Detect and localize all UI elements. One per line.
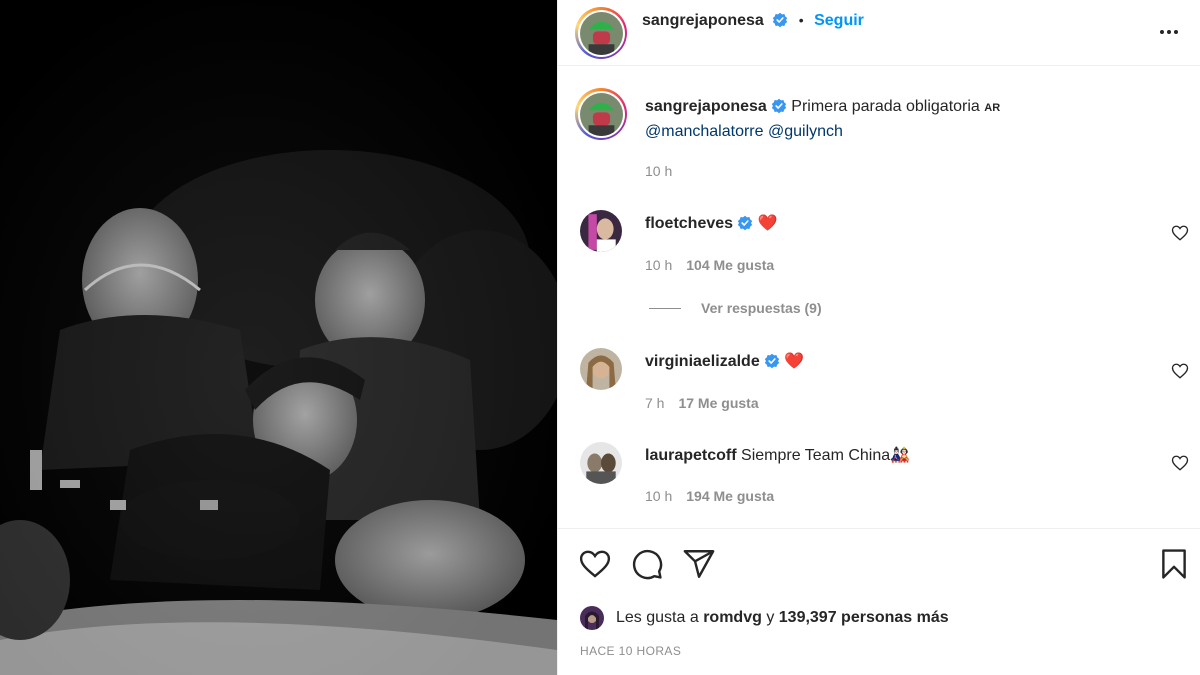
share-icon[interactable] xyxy=(682,547,716,581)
post-actions: Les gusta a romdvg y 139,397 personas má… xyxy=(558,528,1200,675)
comment-icon[interactable] xyxy=(630,547,664,581)
comment-heart-icon[interactable] xyxy=(1171,454,1189,472)
author-avatar[interactable] xyxy=(575,7,627,59)
comment-likes[interactable]: 17 Me gusta xyxy=(678,395,758,411)
comment-heart-icon[interactable] xyxy=(1171,362,1189,380)
comment-likes[interactable]: 194 Me gusta xyxy=(686,488,774,504)
avatar-picture xyxy=(580,606,604,630)
comment-body: ❤️ xyxy=(784,353,805,370)
comment-likes[interactable]: 104 Me gusta xyxy=(686,257,774,273)
replies-divider xyxy=(649,307,681,309)
comment-username[interactable]: laurapetcoff xyxy=(645,447,737,464)
caption-body: Primera parada obligatoria xyxy=(791,98,980,115)
heart-icon[interactable] xyxy=(578,547,612,581)
comment-username[interactable]: virginiaelizalde xyxy=(645,353,760,370)
caption-time[interactable]: 10 h xyxy=(645,163,672,179)
comment-text: laurapetcoff Siempre Team China🎎 xyxy=(645,444,1125,468)
comment-time[interactable]: 10 h xyxy=(645,257,672,273)
verified-badge-icon xyxy=(773,12,788,28)
comment-avatar[interactable] xyxy=(580,442,622,484)
verified-badge-icon xyxy=(764,353,779,369)
comment-avatar[interactable] xyxy=(580,348,622,390)
avatar-picture xyxy=(579,11,623,55)
post-panel: sangrejaponesa • Seguir sangrejaponesa P… xyxy=(557,0,1200,675)
comment-meta: 10 h 194 Me gusta xyxy=(645,488,774,504)
post-timestamp[interactable]: HACE 10 HORAS xyxy=(580,644,681,658)
avatar-picture xyxy=(579,92,623,136)
avatar-picture xyxy=(580,348,622,390)
comment-meta: 7 h 17 Me gusta xyxy=(645,395,759,411)
comment-username[interactable]: floetcheves xyxy=(645,215,733,232)
comment-time[interactable]: 10 h xyxy=(645,488,672,504)
mention-link[interactable]: @guilynch xyxy=(768,123,843,140)
likes-summary: Les gusta a romdvg y 139,397 personas má… xyxy=(580,606,949,630)
dot-separator: • xyxy=(798,12,804,28)
caption-text: sangrejaponesa Primera parada obligatori… xyxy=(645,95,1125,144)
flag-text: AR xyxy=(984,102,1001,114)
liker-avatar[interactable] xyxy=(580,606,604,630)
follow-button[interactable]: Seguir xyxy=(814,12,864,29)
comment-text: virginiaelizalde ❤️ xyxy=(645,350,1125,374)
view-replies-button[interactable]: Ver respuestas (9) xyxy=(649,300,822,316)
likes-count[interactable]: 139,397 personas más xyxy=(779,609,949,627)
post-image xyxy=(0,0,557,675)
comment-text: floetcheves ❤️ xyxy=(645,212,1125,236)
post-photo[interactable] xyxy=(0,0,557,675)
comment-meta: 10 h 104 Me gusta xyxy=(645,257,774,273)
comment-time[interactable]: 7 h xyxy=(645,395,664,411)
caption-avatar[interactable] xyxy=(575,88,627,140)
avatar-picture xyxy=(580,442,622,484)
header-identity: sangrejaponesa • Seguir xyxy=(642,12,864,30)
bookmark-icon[interactable] xyxy=(1157,547,1191,581)
avatar-picture xyxy=(580,210,622,252)
author-username[interactable]: sangrejaponesa xyxy=(642,12,764,29)
more-options-icon[interactable] xyxy=(1157,22,1181,42)
verified-badge-icon xyxy=(737,215,753,231)
caption-username[interactable]: sangrejaponesa xyxy=(645,98,767,115)
verified-badge-icon xyxy=(771,98,787,114)
post-header: sangrejaponesa • Seguir xyxy=(558,0,1200,66)
likes-prefix: Les gusta a xyxy=(616,609,699,626)
comment-body: Siempre Team China🎎 xyxy=(741,447,911,464)
comment-avatar[interactable] xyxy=(580,210,622,252)
liker-username[interactable]: romdvg xyxy=(703,609,762,627)
comment-heart-icon[interactable] xyxy=(1171,224,1189,242)
comment-body: ❤️ xyxy=(757,215,778,232)
likes-conjunction: y xyxy=(766,609,775,626)
view-replies-label: Ver respuestas (9) xyxy=(701,300,822,316)
mention-link[interactable]: @manchalatorre xyxy=(645,123,764,140)
